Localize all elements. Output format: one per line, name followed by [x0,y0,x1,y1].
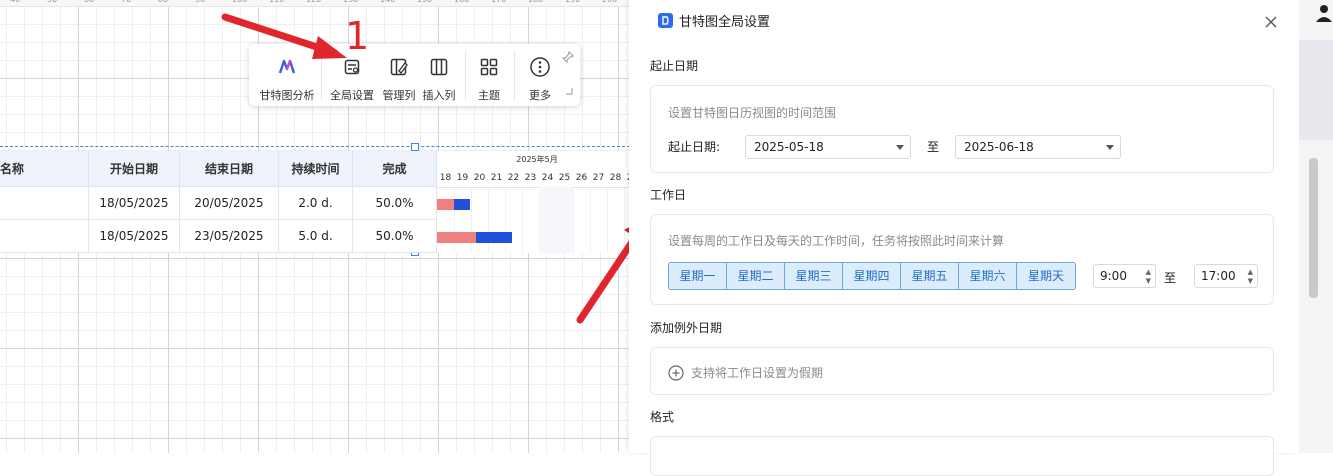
add-exception-button[interactable]: 支持将工作日设置为假期 [668,364,823,381]
to-label: 至 [1164,271,1177,285]
chevron-down-icon [1106,145,1114,150]
start-date-value: 2025-05-18 [754,140,824,154]
end-date-value: 2025-06-18 [964,140,1034,154]
format-box [650,436,1274,476]
weekday-toggle[interactable]: 星期五 [901,263,959,289]
section-title-workdays: 工作日 [650,188,687,202]
scrollbar[interactable] [1309,158,1318,298]
start-time-value: 9:00 [1100,269,1127,283]
work-end-time-stepper[interactable]: 17:00 ▲ ▼ [1194,264,1258,288]
weekday-toggle[interactable]: 星期一 [669,263,727,289]
chevron-up-icon[interactable]: ▲ [1248,269,1253,276]
plus-circle-icon [668,364,684,381]
section-title-format: 格式 [650,410,675,424]
user-icon[interactable] [1315,4,1333,26]
annotation-number: 1 [345,14,370,58]
weekday-toggle[interactable]: 星期六 [959,263,1017,289]
workdays-hint: 设置每周的工作日及每天的工作时间，任务将按照此时间来计算 [668,234,1005,248]
date-range-box: 设置甘特图日历视图的时间范围 起止日期: 2025-05-18 至 2025-0… [650,85,1274,173]
app-logo-icon [658,13,673,28]
date-range-hint: 设置甘特图日历视图的时间范围 [668,106,837,120]
chevron-down-icon[interactable]: ▼ [1146,278,1151,285]
gantt-settings-panel: 甘特图全局设置 起止日期 设置甘特图日历视图的时间范围 起止日期: 2025-0… [629,0,1299,476]
weekday-toggle[interactable]: 星期天 [1017,263,1075,289]
workdays-box: 设置每周的工作日及每天的工作时间，任务将按照此时间来计算 星期一 星期二 星期三… [650,214,1274,305]
date-range-label: 起止日期: [668,140,721,154]
chevron-down-icon [896,145,904,150]
panel-title: 甘特图全局设置 [658,11,770,30]
chevron-up-icon[interactable]: ▲ [1146,269,1151,276]
exceptions-box: 支持将工作日设置为假期 [650,347,1274,395]
to-label: 至 [927,140,940,154]
weekday-toggle[interactable]: 星期二 [727,263,785,289]
section-title-date-range: 起止日期 [650,59,699,73]
weekday-selector: 星期一 星期二 星期三 星期四 星期五 星期六 星期天 [668,262,1076,290]
end-date-select[interactable]: 2025-06-18 [955,135,1121,159]
close-icon[interactable] [1265,13,1277,32]
annotation-arrows [221,13,630,324]
panel-title-text: 甘特图全局设置 [679,15,771,30]
chevron-down-icon[interactable]: ▼ [1248,278,1253,285]
start-date-select[interactable]: 2025-05-18 [745,135,911,159]
section-title-exceptions: 添加例外日期 [650,321,723,335]
weekday-toggle[interactable]: 星期三 [785,263,843,289]
work-start-time-stepper[interactable]: 9:00 ▲ ▼ [1093,264,1156,288]
side-strip [1299,40,1333,140]
weekday-toggle[interactable]: 星期四 [843,263,901,289]
add-exception-label: 支持将工作日设置为假期 [691,366,824,380]
end-time-value: 17:00 [1201,269,1236,283]
gantt-canvas[interactable]: 4050607080901001101201301401501601701801… [0,0,630,453]
